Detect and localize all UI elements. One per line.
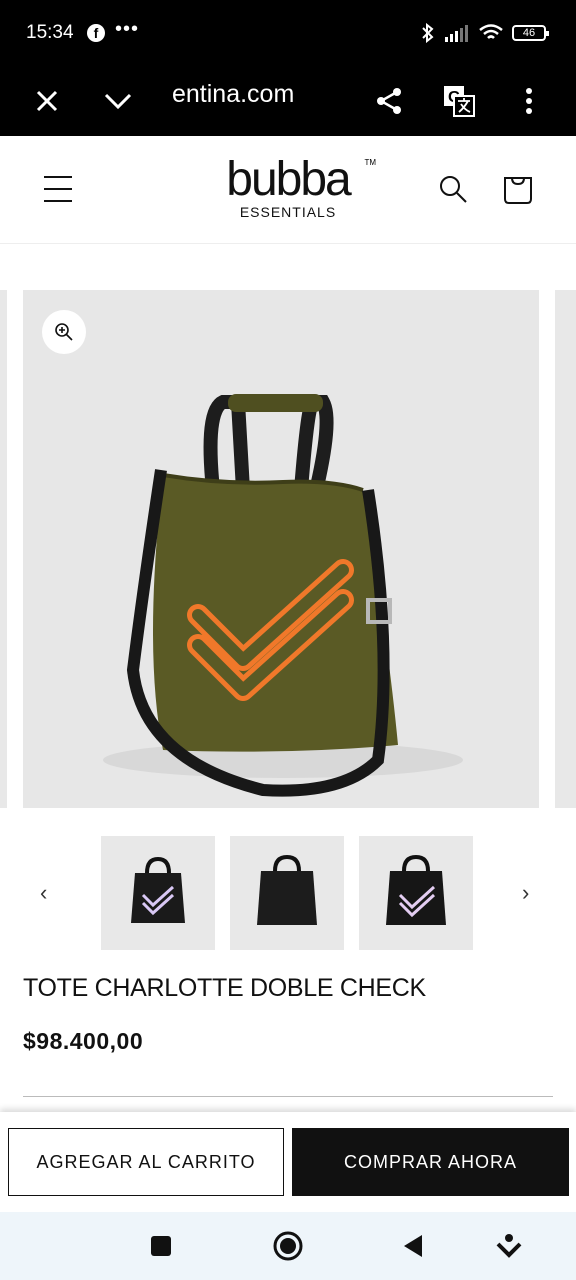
square-icon: [151, 1236, 171, 1256]
site-header: bubba TM ESSENTIALS: [0, 136, 576, 244]
battery-icon: 46: [512, 25, 549, 41]
minimize-tab-button[interactable]: [98, 66, 138, 136]
thumbnails-next-button[interactable]: ›: [522, 880, 529, 906]
zoom-in-icon: [55, 323, 73, 341]
divider: [23, 1096, 553, 1097]
more-notifications-icon: •••: [115, 18, 140, 40]
bluetooth-icon: [422, 23, 434, 43]
thumbnail-bag-image: [257, 854, 317, 925]
browser-menu-button[interactable]: [514, 66, 544, 136]
more-vertical-icon: [526, 88, 532, 114]
search-icon: [440, 176, 467, 203]
sticky-action-bar: AGREGAR AL CARRITO COMPRAR AHORA: [0, 1112, 576, 1212]
system-navigation-bar: [0, 1212, 576, 1280]
thumbnail-bag-image: [131, 856, 185, 923]
signal-icon: [445, 25, 468, 42]
wifi-icon: [479, 24, 503, 39]
zoom-button[interactable]: [42, 310, 86, 354]
browser-toolbar: entina.com G: [0, 66, 576, 136]
share-icon: [377, 88, 401, 114]
back-triangle-icon: [404, 1235, 422, 1257]
facebook-notification-icon: f: [87, 24, 105, 42]
recent-apps-button[interactable]: [146, 1212, 176, 1280]
home-circle-icon: [273, 1231, 303, 1261]
chevron-down-assistant-icon: [496, 1234, 522, 1258]
menu-icon: [44, 176, 72, 202]
url-text[interactable]: entina.com: [172, 80, 294, 109]
main-product-image[interactable]: [23, 290, 539, 808]
product-gallery[interactable]: [0, 290, 576, 808]
close-icon: [36, 90, 58, 112]
status-time: 15:34: [26, 22, 74, 43]
product-title: TOTE CHARLOTTE DOBLE CHECK: [23, 974, 426, 1002]
tote-bag-image: [103, 394, 463, 797]
translate-button[interactable]: G: [440, 66, 478, 136]
thumbnail-strip: ‹ ›: [0, 836, 576, 952]
thumbnail-bag-image: [386, 854, 446, 925]
search-button[interactable]: [438, 174, 468, 204]
next-slide-peek[interactable]: [555, 290, 576, 808]
thumbnail-2[interactable]: [230, 836, 344, 950]
cart-button[interactable]: [502, 170, 534, 206]
back-button[interactable]: [398, 1212, 428, 1280]
chevron-down-icon: [104, 93, 132, 110]
hamburger-menu-button[interactable]: [42, 174, 74, 204]
shopping-bag-icon: [504, 177, 532, 204]
share-button[interactable]: [370, 66, 408, 136]
brand-subtitle: ESSENTIALS: [239, 204, 337, 220]
thumbnail-3[interactable]: [359, 836, 473, 950]
brand-name: bubba: [226, 153, 351, 206]
assistant-button[interactable]: [494, 1212, 524, 1280]
buy-now-button[interactable]: COMPRAR AHORA: [292, 1128, 569, 1196]
translate-icon: G: [444, 86, 475, 117]
add-to-cart-button[interactable]: AGREGAR AL CARRITO: [8, 1128, 284, 1196]
brand-logo[interactable]: bubba TM ESSENTIALS: [198, 153, 378, 221]
brand-trademark: TM: [364, 158, 376, 167]
product-price: $98.400,00: [23, 1028, 144, 1054]
close-tab-button[interactable]: [28, 66, 66, 136]
status-bar: 15:34 f ••• 46: [0, 0, 576, 66]
home-button[interactable]: [270, 1212, 306, 1280]
previous-slide-peek[interactable]: [0, 290, 7, 808]
thumbnail-1[interactable]: [101, 836, 215, 950]
thumbnails-prev-button[interactable]: ‹: [40, 880, 47, 906]
